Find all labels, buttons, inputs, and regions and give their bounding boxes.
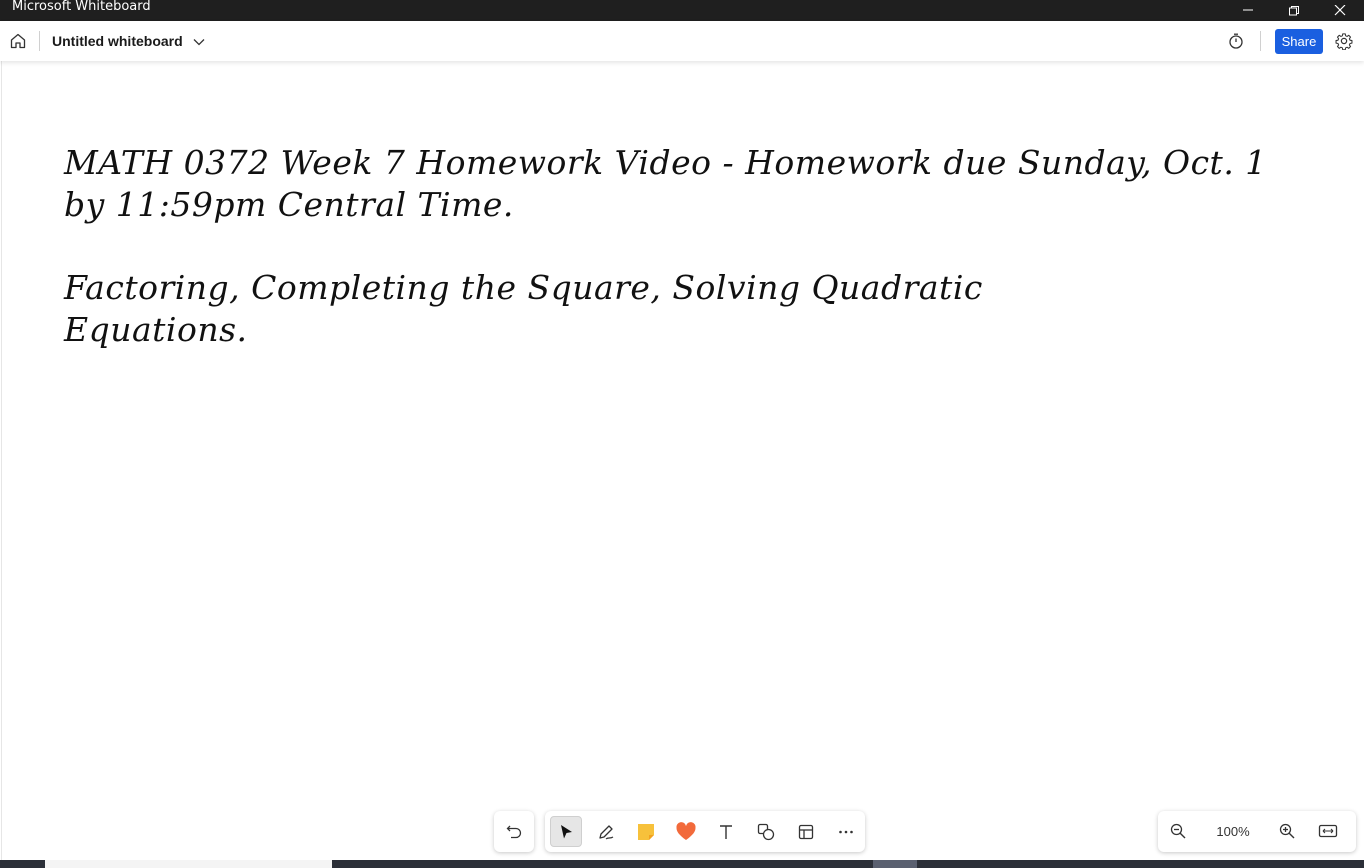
text-tool[interactable] [710,816,742,847]
zoom-in-icon [1279,823,1295,839]
close-button[interactable] [1317,0,1363,21]
board-title[interactable]: Untitled whiteboard [52,21,183,61]
text-icon [720,824,732,839]
ink-text-homework-title[interactable]: MATH 0372 Week 7 Homework Video - Homewo… [64,142,1304,226]
sticky-note-icon [638,823,654,840]
fit-to-screen-button[interactable] [1314,817,1342,845]
undo-button[interactable] [494,811,534,852]
restore-button[interactable] [1271,0,1317,21]
zoom-out-button[interactable] [1164,817,1192,845]
shapes-icon [757,823,775,840]
minimize-icon [1243,9,1253,10]
restore-icon [1289,5,1299,15]
templates-icon [798,824,814,839]
sticky-note-tool[interactable] [630,816,662,847]
more-tools-button[interactable] [830,816,862,847]
minimize-button[interactable] [1225,0,1271,21]
gear-icon [1335,33,1353,50]
zoom-controls: 100% [1158,811,1356,852]
timer-button[interactable] [1222,27,1250,55]
share-button[interactable]: Share [1275,29,1323,54]
undo-icon [506,825,522,838]
pen-tool[interactable] [590,816,622,847]
home-button[interactable] [4,27,32,55]
home-icon [10,33,26,49]
zoom-in-button[interactable] [1273,817,1301,845]
shapes-tool[interactable] [750,816,782,847]
taskbar-app-tile[interactable] [45,860,332,868]
header-divider-right [1260,31,1261,51]
fit-to-screen-icon [1318,824,1338,838]
settings-button[interactable] [1330,27,1358,55]
more-icon [839,830,853,833]
taskbar [0,860,1364,868]
select-tool[interactable] [550,816,582,847]
reaction-tool[interactable] [670,816,702,847]
close-icon [1334,4,1346,15]
timer-icon [1229,33,1243,49]
tools-toolbar [545,811,865,852]
app-header: Untitled whiteboard Share [0,21,1364,61]
templates-tool[interactable] [790,816,822,847]
chevron-down-icon[interactable] [191,34,207,50]
reaction-icon [676,821,696,840]
pen-icon [599,824,614,839]
header-divider [39,31,40,51]
ink-text-topics[interactable]: Factoring, Completing the Square, Solvin… [64,267,1164,351]
window-title: Microsoft Whiteboard [12,0,151,14]
zoom-level[interactable]: 100% [1208,811,1258,852]
select-icon [561,824,572,838]
taskbar-app-tile-2[interactable] [873,860,917,868]
window-titlebar: Microsoft Whiteboard [0,0,1364,21]
zoom-out-icon [1170,823,1186,839]
